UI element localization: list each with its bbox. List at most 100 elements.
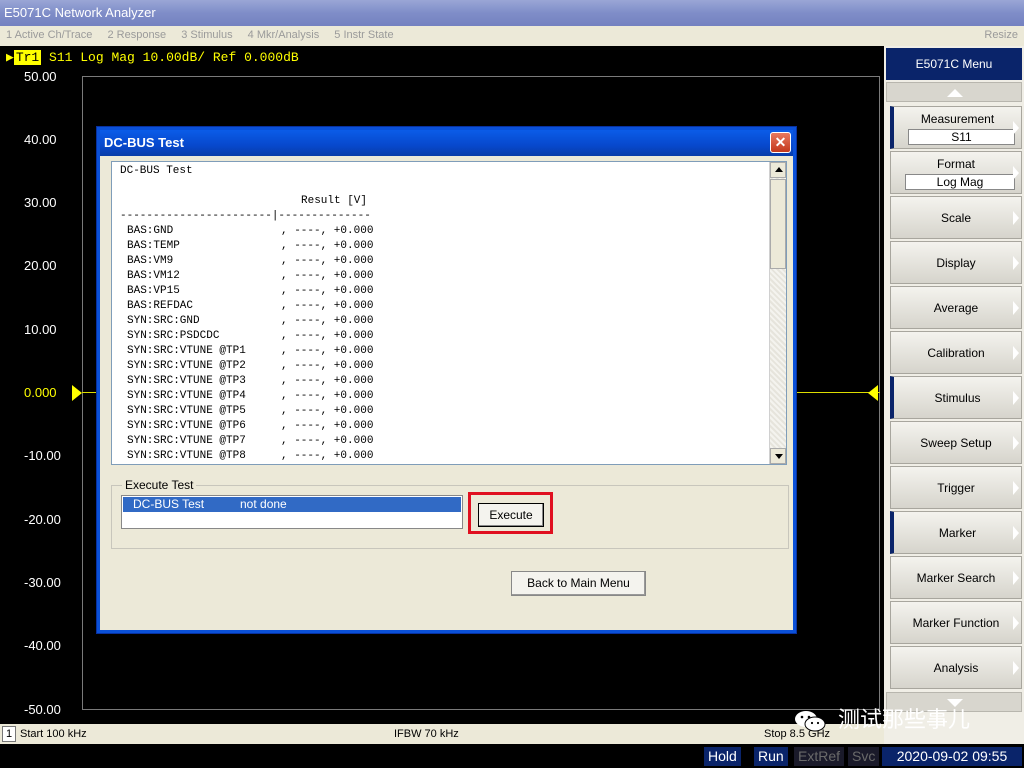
log-row-name: SYN:SRC:VTUNE @TP8: [127, 450, 246, 462]
test-state: not done: [240, 497, 287, 511]
softkey-calibration[interactable]: Calibration: [890, 331, 1022, 374]
scroll-down-button[interactable]: [770, 448, 786, 464]
wechat-icon: [795, 711, 826, 732]
softkey-label: Measurement: [920, 112, 995, 126]
log-row-value: , ----, +0.000: [281, 345, 374, 357]
softkey-trigger[interactable]: Trigger: [890, 466, 1022, 509]
y-tick-label: -20.00: [24, 512, 61, 527]
log-row-value: , ----, +0.000: [281, 285, 374, 297]
log-row-value: , ----, +0.000: [281, 300, 374, 312]
log-row: BAS:VM9 , ----, +0.000: [120, 255, 373, 267]
menu-active-ch-trace[interactable]: 1 Active Ch/Trace: [6, 26, 92, 44]
log-row-value: , ----, +0.000: [281, 270, 374, 282]
softkey-stimulus[interactable]: Stimulus: [890, 376, 1022, 419]
log-row: BAS:REFDAC , ----, +0.000: [120, 300, 373, 312]
log-row: SYN:SRC:VTUNE @TP5 , ----, +0.000: [120, 405, 373, 417]
test-log[interactable]: DC-BUS Test Result [V] -----------------…: [111, 161, 787, 465]
chevron-right-icon: [1013, 436, 1019, 450]
y-tick-label: 10.00: [24, 322, 57, 337]
softkey-scroll-up[interactable]: [886, 82, 1022, 102]
menu-resize[interactable]: Resize: [984, 26, 1018, 44]
chevron-right-icon: [1013, 301, 1019, 315]
back-to-main-menu-button[interactable]: Back to Main Menu: [511, 571, 646, 596]
softkey-scale[interactable]: Scale: [890, 196, 1022, 239]
menu-mkr-analysis[interactable]: 4 Mkr/Analysis: [248, 26, 320, 44]
list-item[interactable]: DC-BUS Test not done: [123, 497, 461, 512]
reference-left-marker-icon: [72, 385, 82, 401]
y-tick-label: 50.00: [24, 69, 57, 84]
softkey-analysis[interactable]: Analysis: [890, 646, 1022, 689]
log-row-name: SYN:SRC:GND: [127, 315, 200, 327]
log-row-value: , ----, +0.000: [281, 330, 374, 342]
chevron-up-icon: [775, 167, 783, 172]
trace-badge[interactable]: Tr1: [13, 50, 42, 65]
trace-marker-icon: ▶: [6, 50, 14, 65]
softkey-label: Calibration: [927, 346, 985, 360]
chevron-right-icon: [1013, 571, 1019, 585]
log-row: BAS:TEMP , ----, +0.000: [120, 240, 373, 252]
y-tick-label: 40.00: [24, 132, 57, 147]
chevron-right-icon: [1013, 121, 1019, 135]
chevron-right-icon: [1013, 616, 1019, 630]
menu-instr-state[interactable]: 5 Instr State: [334, 26, 393, 44]
watermark: 测试那些事儿: [794, 706, 994, 736]
channel-number[interactable]: 1: [2, 726, 16, 742]
log-row-name: BAS:TEMP: [127, 240, 180, 252]
close-icon[interactable]: ✕: [770, 132, 791, 153]
log-row: SYN:SRC:VTUNE @TP1 , ----, +0.000: [120, 345, 373, 357]
y-tick-label: 20.00: [24, 258, 57, 273]
ifbw[interactable]: IFBW 70 kHz: [394, 724, 459, 744]
scroll-thumb[interactable]: [770, 179, 786, 269]
log-row-value: , ----, +0.000: [281, 390, 374, 402]
log-row: SYN:SRC:VTUNE @TP6 , ----, +0.000: [120, 420, 373, 432]
log-row-value: , ----, +0.000: [281, 375, 374, 387]
menu-stimulus[interactable]: 3 Stimulus: [181, 26, 232, 44]
log-row: SYN:SRC:PSDCDC , ----, +0.000: [120, 330, 373, 342]
test-list[interactable]: DC-BUS Test not done: [121, 495, 463, 529]
chevron-up-icon: [947, 89, 963, 97]
chevron-down-icon: [775, 454, 783, 459]
log-row-name: SYN:SRC:VTUNE @TP6: [127, 420, 246, 432]
chevron-right-icon: [1013, 481, 1019, 495]
softkey-label: Scale: [940, 211, 972, 225]
log-row-value: , ----, +0.000: [281, 450, 374, 462]
softkey-average[interactable]: Average: [890, 286, 1022, 329]
menu-response[interactable]: 2 Response: [107, 26, 166, 44]
log-scrollbar[interactable]: [769, 162, 786, 464]
softkey-marker[interactable]: Marker: [890, 511, 1022, 554]
log-row-name: SYN:SRC:PSDCDC: [127, 330, 220, 342]
watermark-text: 测试那些事儿: [838, 708, 971, 733]
start-frequency[interactable]: Start 100 kHz: [20, 724, 87, 744]
log-row-name: BAS:VM9: [127, 255, 174, 267]
y-tick-label: -10.00: [24, 448, 61, 463]
softkey-sweep-setup[interactable]: Sweep Setup: [890, 421, 1022, 464]
log-row-value: , ----, +0.000: [281, 420, 374, 432]
y-tick-label-reference: 0.000: [24, 385, 57, 400]
log-row-value: , ----, +0.000: [281, 315, 374, 327]
log-rows: BAS:GND , ----, +0.000 BAS:TEMP , ----, +0…: [120, 225, 373, 462]
chevron-right-icon: [1013, 166, 1019, 180]
scroll-up-button[interactable]: [770, 162, 786, 178]
log-row-name: SYN:SRC:VTUNE @TP4: [127, 390, 246, 402]
softkey-display[interactable]: Display: [890, 241, 1022, 284]
dc-bus-test-dialog: DC-BUS Test ✕ DC-BUS Test Result [V] ---…: [97, 127, 796, 633]
trace-header: ▶ Tr1 S11 Log Mag 10.00dB/ Ref 0.000dB: [6, 50, 299, 65]
softkey-label: Analysis: [933, 661, 979, 675]
window-title: E5071C Network Analyzer: [4, 5, 156, 20]
softkey-marker-function[interactable]: Marker Function: [890, 601, 1022, 644]
log-row-name: BAS:VM12: [127, 270, 180, 282]
log-row-value: , ----, +0.000: [281, 405, 374, 417]
softkey-label: Average: [933, 301, 979, 315]
softkey-marker-search[interactable]: Marker Search: [890, 556, 1022, 599]
status-hold: Hold: [704, 747, 741, 766]
execute-button[interactable]: Execute: [478, 503, 544, 527]
log-row-value: , ----, +0.000: [281, 360, 374, 372]
softkey-label: Sweep Setup: [920, 436, 992, 450]
softkey-title: E5071C Menu: [886, 48, 1022, 80]
softkey-format[interactable]: Format Log Mag: [890, 151, 1022, 194]
reference-right-marker-icon: [868, 385, 878, 401]
log-row: SYN:SRC:VTUNE @TP2 , ----, +0.000: [120, 360, 373, 372]
softkey-label: Marker: [938, 526, 977, 540]
softkey-measurement[interactable]: Measurement S11: [890, 106, 1022, 149]
softkey-label: Format: [936, 157, 975, 171]
